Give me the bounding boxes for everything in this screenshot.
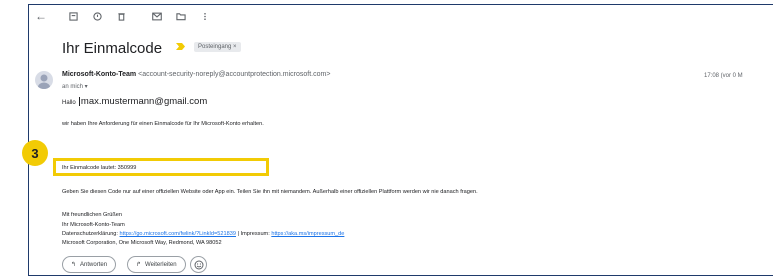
reply-icon: ↰ xyxy=(71,262,77,268)
report-spam-icon[interactable] xyxy=(85,8,109,24)
trash-icon[interactable] xyxy=(109,8,133,24)
forward-icon: ↱ xyxy=(136,262,142,268)
imprint-label: | Impressum: xyxy=(235,231,270,237)
imprint-link[interactable]: https://aka.ms/impressum_de xyxy=(271,231,344,237)
more-vert-icon[interactable] xyxy=(193,8,217,24)
emoji-reaction-button[interactable] xyxy=(190,256,207,273)
forward-label: Weiterleiten xyxy=(145,261,177,268)
body-line-request: wir haben Ihre Anforderung für einen Ein… xyxy=(62,121,264,127)
links-line: Datenschutzerklärung: https://go.microso… xyxy=(62,231,344,237)
text-cursor xyxy=(78,97,80,107)
back-arrow-icon[interactable]: ← xyxy=(35,9,47,23)
reply-button[interactable]: ↰ Antworten xyxy=(62,256,117,273)
sender-name: Microsoft-Konto-Team xyxy=(62,71,137,78)
email-time: 17:08 (vor 0 M xyxy=(704,73,743,79)
greeting: Hallo max.mustermann@gmail.com xyxy=(62,96,207,107)
closing-team: Ihr Microsoft-Konto-Team xyxy=(62,222,125,228)
forward-button[interactable]: ↱ Weiterleiten xyxy=(127,256,186,273)
email-toolbar xyxy=(61,8,217,24)
email-subject: Ihr Einmalcode xyxy=(62,40,163,57)
company-address: Microsoft Corporation, One Microsoft Way… xyxy=(62,240,222,246)
closing-greeting: Mit freundlichen Grüßen xyxy=(62,212,123,218)
mail-icon[interactable] xyxy=(145,8,169,24)
greeting-email: max.mustermann@gmail.com xyxy=(80,96,208,107)
greeting-prefix: Hallo xyxy=(62,100,76,106)
avatar xyxy=(35,71,53,89)
privacy-link[interactable]: https://go.microsoft.com/fwlink/?LinkId=… xyxy=(120,231,236,237)
important-marker-icon[interactable] xyxy=(176,43,185,50)
privacy-label: Datenschutzerklärung: xyxy=(62,231,118,237)
reply-label: Antworten xyxy=(80,261,108,268)
sender-address: <account-security-noreply@accountprotect… xyxy=(138,71,331,78)
folder-icon[interactable] xyxy=(169,8,193,24)
recipient-toggle[interactable]: an mich ▾ xyxy=(62,83,88,90)
step-badge: 3 xyxy=(22,140,48,166)
emoji-icon xyxy=(194,260,203,269)
archive-icon[interactable] xyxy=(61,8,85,24)
sender-line: Microsoft-Konto-Team <account-security-n… xyxy=(62,71,330,78)
body-line-warning: Geben Sie diesen Code nur auf einer offi… xyxy=(62,189,478,195)
inbox-label-chip[interactable]: Posteingang × xyxy=(194,42,241,52)
code-highlight-box xyxy=(53,158,269,176)
